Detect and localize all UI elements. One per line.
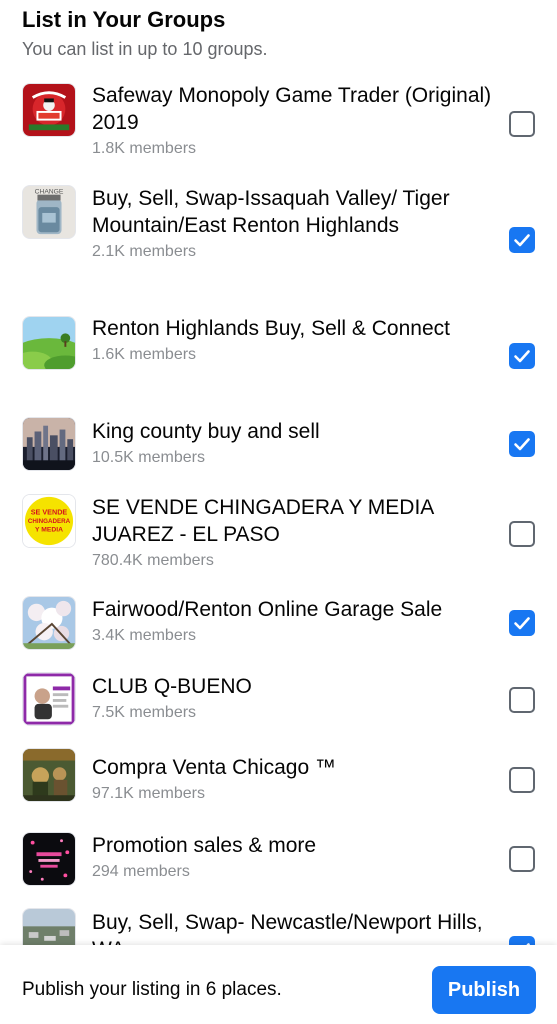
group-text: Buy, Sell, Swap-Issaquah Valley/ Tiger M… <box>92 185 492 264</box>
group-row-club-q-bueno[interactable]: CLUB Q-BUENO 7.5K members <box>0 671 557 733</box>
group-member-count: 2.1K members <box>92 243 197 260</box>
group-member-count: 3.4K members <box>92 627 197 644</box>
club-flyer-thumbnail <box>22 672 76 726</box>
group-checkbox[interactable] <box>509 610 535 636</box>
group-member-count: 7.5K members <box>92 704 197 721</box>
group-row-se-vende[interactable]: SE VENDE CHINGADERA Y MEDIA SE VENDE CHI… <box>0 492 557 580</box>
group-checkbox[interactable] <box>509 936 535 945</box>
logo-text-line-3: Y MEDIA <box>35 527 63 534</box>
group-text: CLUB Q-BUENO 7.5K members <box>92 673 492 725</box>
group-text: Buy, Sell, Swap- Newcastle/Newport Hills… <box>92 909 492 945</box>
group-name: Compra Venta Chicago ™ <box>92 756 336 779</box>
checkmark-icon <box>514 438 530 451</box>
pink-sparkle-thumbnail <box>22 832 76 886</box>
group-checkbox[interactable] <box>509 687 535 713</box>
group-checkbox[interactable] <box>509 343 535 369</box>
group-row-renton-highlands[interactable]: Renton Highlands Buy, Sell & Connect 1.6… <box>0 312 557 400</box>
group-name: Promotion sales & more <box>92 834 317 857</box>
group-name: SE VENDE CHINGADERA Y MEDIA JUAREZ - EL … <box>92 496 434 546</box>
logo-text-line-1: SE VENDE <box>31 507 68 516</box>
group-member-count: 97.1K members <box>92 785 205 802</box>
group-member-count: 1.6K members <box>92 346 197 363</box>
group-name: Renton Highlands Buy, Sell & Connect <box>92 317 450 340</box>
group-text: SE VENDE CHINGADERA Y MEDIA JUAREZ - EL … <box>92 494 492 573</box>
group-text: King county buy and sell 10.5K members <box>92 418 492 470</box>
svg-text:CHANGE: CHANGE <box>35 189 64 196</box>
green-hills-thumbnail <box>22 316 76 370</box>
logo-text-line-2: CHINGADERA <box>28 518 71 525</box>
group-text: Compra Venta Chicago ™ 97.1K members <box>92 754 492 806</box>
group-row-issaquah-valley[interactable]: CHANGE Buy, Sell, Swap-Issaquah Valley/ … <box>0 183 557 298</box>
checkmark-icon <box>514 617 530 630</box>
group-name: Safeway Monopoly Game Trader (Original) … <box>92 84 492 134</box>
checkmark-icon <box>514 234 530 247</box>
group-text: Renton Highlands Buy, Sell & Connect 1.6… <box>92 315 492 367</box>
group-checkbox[interactable] <box>509 521 535 547</box>
vintage-painting-thumbnail <box>22 748 76 802</box>
mason-jar-thumbnail: CHANGE <box>22 185 76 239</box>
checkmark-icon <box>526 943 530 945</box>
group-name: Buy, Sell, Swap-Issaquah Valley/ Tiger M… <box>92 187 450 237</box>
group-checkbox[interactable] <box>509 431 535 457</box>
group-member-count: 1.8K members <box>92 140 197 157</box>
group-checkbox[interactable] <box>509 767 535 793</box>
group-row-fairwood-renton[interactable]: Fairwood/Renton Online Garage Sale 3.4K … <box>0 594 557 656</box>
group-checkbox[interactable] <box>509 227 535 253</box>
publish-footer: Publish your listing in 6 places. Publis… <box>0 945 557 1024</box>
publish-button[interactable]: Publish <box>432 966 536 1014</box>
group-text: Promotion sales & more 294 members <box>92 832 492 884</box>
group-member-count: 780.4K members <box>92 552 214 569</box>
group-text: Safeway Monopoly Game Trader (Original) … <box>92 82 492 161</box>
group-row-newcastle-newport[interactable]: Buy, Sell, Swap- Newcastle/Newport Hills… <box>0 906 557 945</box>
group-text: Fairwood/Renton Online Garage Sale 3.4K … <box>92 596 492 648</box>
group-row-king-county[interactable]: King county buy and sell 10.5K members <box>0 415 557 477</box>
aerial-view-thumbnail <box>22 908 76 945</box>
list-in-groups-screen: List in Your Groups You can list in up t… <box>0 0 557 1024</box>
group-name: King county buy and sell <box>92 420 320 443</box>
page-subtitle: You can list in up to 10 groups. <box>22 39 268 59</box>
cherry-blossom-thumbnail <box>22 596 76 650</box>
monopoly-thumbnail <box>22 83 76 137</box>
yellow-circle-logo-thumbnail: SE VENDE CHINGADERA Y MEDIA <box>22 494 76 548</box>
group-member-count: 294 members <box>92 863 190 880</box>
group-row-compra-venta-chicago[interactable]: Compra Venta Chicago ™ 97.1K members <box>0 748 557 814</box>
group-row-safeway-monopoly[interactable]: Safeway Monopoly Game Trader (Original) … <box>0 80 557 170</box>
group-list[interactable]: List in Your Groups You can list in up t… <box>0 0 557 945</box>
city-skyline-thumbnail <box>22 417 76 471</box>
checkmark-icon <box>514 350 530 363</box>
header: List in Your Groups You can list in up t… <box>22 6 535 62</box>
group-name: CLUB Q-BUENO <box>92 675 252 698</box>
group-row-promotion-sales[interactable]: Promotion sales & more 294 members <box>0 830 557 892</box>
group-name: Buy, Sell, Swap- Newcastle/Newport Hills… <box>92 911 483 945</box>
group-name: Fairwood/Renton Online Garage Sale <box>92 598 443 621</box>
group-checkbox[interactable] <box>509 111 535 137</box>
publish-summary: Publish your listing in 6 places. <box>22 979 282 1000</box>
page-title: List in Your Groups <box>22 7 226 32</box>
group-checkbox[interactable] <box>509 846 535 872</box>
group-member-count: 10.5K members <box>92 449 205 466</box>
